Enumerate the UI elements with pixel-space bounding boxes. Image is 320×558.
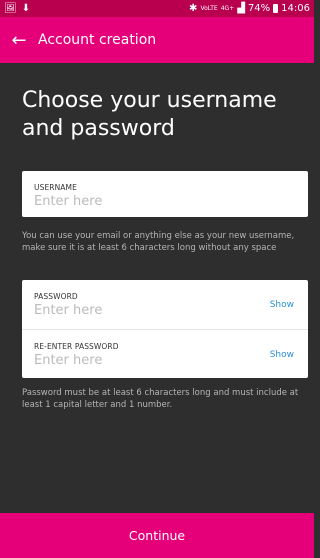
back-arrow-icon[interactable]: ← [8, 30, 30, 51]
username-input[interactable] [34, 194, 234, 209]
password-label: PASSWORD [34, 292, 78, 301]
show-password-button[interactable]: Show [270, 300, 294, 310]
battery-percentage: 74% [247, 3, 271, 14]
image-notification-icon: 🖼 [4, 3, 17, 14]
reenter-password-label: RE-ENTER PASSWORD [34, 342, 119, 351]
username-helper-text: You can use your email or anything else … [22, 231, 295, 253]
reenter-password-input[interactable] [34, 353, 234, 368]
reenter-password-row[interactable]: RE-ENTER PASSWORD Show [22, 329, 308, 378]
show-reenter-password-button[interactable]: Show [270, 350, 294, 360]
status-left-icons: 🖼 ⬇ [4, 3, 30, 14]
app-bar: ← Account creation [0, 17, 314, 63]
network-type-indicator: 4G+ [220, 4, 235, 12]
password-input[interactable] [34, 303, 234, 318]
password-card: PASSWORD Show RE-ENTER PASSWORD Show [22, 280, 308, 378]
password-helper-text: Password must be at least 6 characters l… [22, 388, 299, 410]
download-notification-icon: ⬇ [21, 3, 31, 14]
status-right-icons: ✱ VoLTE 4G+ ▟ 74% 14:06 [189, 3, 310, 14]
battery-icon [273, 4, 279, 13]
username-label: USERNAME [34, 183, 77, 192]
page-title: Account creation [38, 32, 157, 48]
bluetooth-icon: ✱ [189, 3, 198, 14]
signal-icon: ▟ [237, 3, 245, 14]
form-heading: Choose your username and password [22, 88, 277, 141]
status-bar: 🖼 ⬇ ✱ VoLTE 4G+ ▟ 74% 14:06 [0, 0, 314, 17]
status-time: 14:06 [281, 3, 310, 14]
continue-button[interactable]: Continue [0, 513, 314, 558]
username-card[interactable]: USERNAME [22, 171, 308, 217]
volte-indicator: VoLTE [200, 4, 218, 12]
password-row[interactable]: PASSWORD Show [22, 280, 308, 329]
main-content: Choose your username and password USERNA… [0, 63, 314, 513]
